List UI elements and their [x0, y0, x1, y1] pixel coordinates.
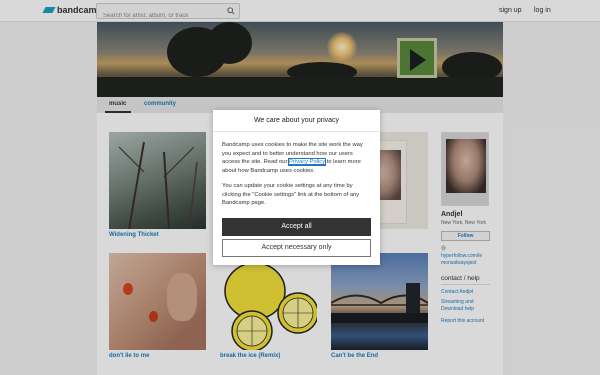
privacy-policy-link[interactable]: Privacy Policy	[288, 158, 327, 167]
cookie-description: Bandcamp uses cookies to make the site w…	[222, 142, 363, 175]
cookie-settings-note: You can update your cookie settings at a…	[222, 183, 360, 207]
cookie-consent-dialog: We care about your privacy Bandcamp uses…	[213, 110, 380, 265]
accept-all-button[interactable]: Accept all	[222, 218, 371, 236]
dialog-title: We care about your privacy	[213, 110, 380, 132]
accept-necessary-button[interactable]: Accept necessary only	[222, 239, 371, 257]
